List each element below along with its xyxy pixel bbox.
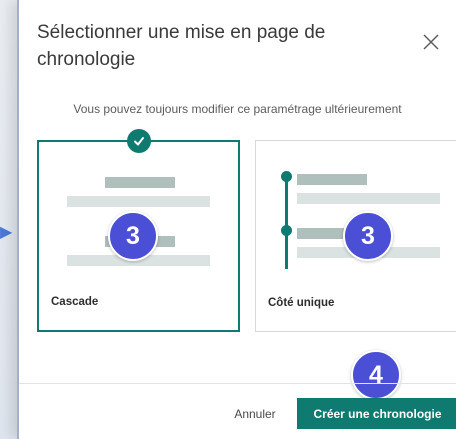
dialog-hint: Vous pouvez toujours modifier ce paramét… bbox=[73, 102, 402, 116]
step-badge-3-cascade: 3 bbox=[108, 211, 158, 261]
preview-bar bbox=[67, 196, 210, 207]
footer-divider bbox=[19, 383, 456, 384]
preview-bar bbox=[297, 174, 367, 185]
timeline-dot bbox=[281, 225, 292, 236]
timeline-line bbox=[285, 177, 288, 269]
step-badge-4: 4 bbox=[351, 350, 401, 400]
arrow-right-icon: ▶ bbox=[0, 224, 13, 241]
screen: ▶ Sélectionner une mise en page de chron… bbox=[0, 0, 456, 439]
check-icon bbox=[126, 129, 151, 153]
preview-bar bbox=[105, 177, 175, 188]
step-badge-3-single-side: 3 bbox=[343, 211, 393, 261]
create-timeline-button[interactable]: Créer une chronologie bbox=[297, 398, 456, 429]
timeline-layout-dialog: Sélectionner une mise en page de chronol… bbox=[17, 0, 456, 439]
timeline-dot bbox=[281, 171, 292, 182]
layout-label-single-side: Côté unique bbox=[268, 297, 335, 309]
close-icon[interactable] bbox=[422, 33, 440, 51]
preview-bar bbox=[297, 193, 440, 204]
cancel-button[interactable]: Annuler bbox=[215, 399, 295, 429]
dialog-title: Sélectionner une mise en page de chronol… bbox=[37, 22, 326, 70]
layout-label-cascade: Cascade bbox=[51, 296, 99, 308]
